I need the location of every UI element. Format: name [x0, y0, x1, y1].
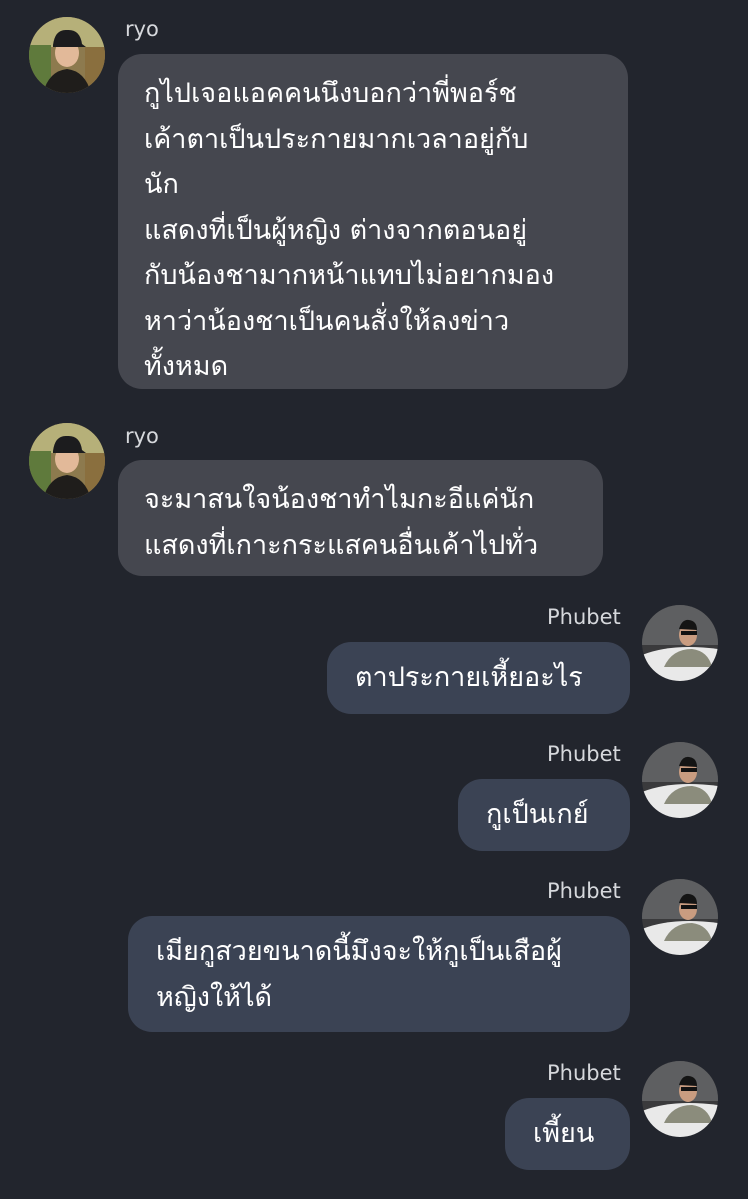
message-bubble-outgoing[interactable]: เมียกูสวยขนาดนี้มึงจะให้กูเป็นเสือผู้ หญ… — [128, 916, 630, 1032]
avatar-photo-icon — [642, 742, 718, 818]
sender-name: Phubet — [547, 879, 621, 903]
ryo-avatar[interactable] — [29, 423, 105, 499]
avatar-photo-icon — [642, 605, 718, 681]
avatar-photo-icon — [642, 879, 718, 955]
sender-name: Phubet — [547, 742, 621, 766]
sender-name: ryo — [125, 17, 159, 41]
sender-name: Phubet — [547, 605, 621, 629]
phubet-avatar[interactable] — [642, 1061, 718, 1137]
message-bubble-outgoing[interactable]: กูเป็นเกย์ — [458, 779, 630, 851]
message-bubble-incoming[interactable]: กูไปเจอแอคคนนึงบอกว่าพี่พอร์ช เค้าตาเป็น… — [118, 54, 628, 389]
message-bubble-outgoing[interactable]: ตาประกายเหี้ยอะไร — [327, 642, 630, 714]
message-bubble-outgoing[interactable]: เพี้ยน — [505, 1098, 630, 1170]
avatar-photo-icon — [29, 423, 105, 499]
sender-name: Phubet — [547, 1061, 621, 1085]
avatar-photo-icon — [29, 17, 105, 93]
phubet-avatar[interactable] — [642, 605, 718, 681]
phubet-avatar[interactable] — [642, 742, 718, 818]
sender-name: ryo — [125, 424, 159, 448]
message-bubble-incoming[interactable]: จะมาสนใจน้องชาทำไมกะอีแค่นัก แสดงที่เกาะ… — [118, 460, 603, 576]
ryo-avatar[interactable] — [29, 17, 105, 93]
phubet-avatar[interactable] — [642, 879, 718, 955]
avatar-photo-icon — [642, 1061, 718, 1137]
